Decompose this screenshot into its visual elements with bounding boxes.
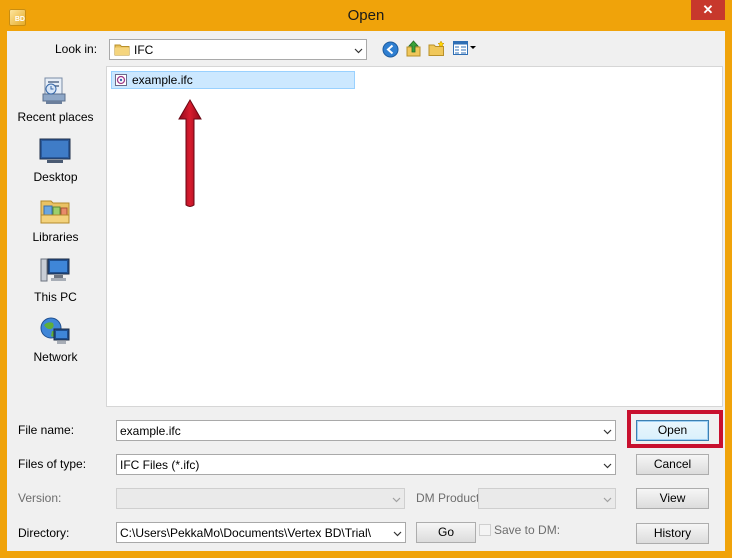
look-in-label: Look in: <box>55 42 98 56</box>
files-of-type-value: IFC Files (*.ifc) <box>120 458 200 472</box>
up-folder-icon[interactable] <box>405 40 422 58</box>
place-network[interactable]: Network <box>7 315 104 373</box>
look-in-value: IFC <box>134 43 154 57</box>
chevron-down-icon <box>354 46 363 55</box>
ifc-file-icon <box>115 74 127 86</box>
chevron-down-icon[interactable] <box>603 427 612 436</box>
directory-label: Directory: <box>18 526 70 540</box>
chevron-down-icon <box>603 495 612 504</box>
place-label: Desktop <box>33 170 78 184</box>
places-bar: Recent places Desktop Libraries This PC … <box>7 67 104 407</box>
dm-product-dropdown <box>478 488 616 509</box>
file-item-example-ifc[interactable]: example.ifc <box>111 71 355 89</box>
files-of-type-dropdown[interactable]: IFC Files (*.ifc) <box>116 454 616 475</box>
annotation-arrow-icon <box>178 99 202 207</box>
network-icon <box>40 317 70 344</box>
place-label: This PC <box>34 290 77 304</box>
desktop-icon <box>39 138 71 163</box>
go-button[interactable]: Go <box>416 522 476 543</box>
place-recent-places[interactable]: Recent places <box>7 75 104 133</box>
chevron-down-icon <box>603 461 612 470</box>
recent-places-icon <box>42 77 66 104</box>
files-of-type-label: Files of type: <box>18 457 87 471</box>
open-dialog: BD Open ✕ Look in: IFC Recent places Des… <box>0 0 732 558</box>
file-name: example.ifc <box>132 73 193 87</box>
directory-dropdown[interactable]: C:\Users\PekkaMo\Documents\Vertex BD\Tri… <box>116 522 406 543</box>
look-in-dropdown[interactable]: IFC <box>109 39 367 60</box>
place-label: Libraries <box>32 230 79 244</box>
file-name-label: File name: <box>18 423 75 437</box>
save-to-dm-checkbox <box>479 524 491 536</box>
place-label: Network <box>33 350 78 364</box>
folder-icon <box>114 44 130 56</box>
history-button[interactable]: History <box>636 523 709 544</box>
title-bar[interactable]: BD Open ✕ <box>0 0 732 31</box>
save-to-dm-label: Save to DM: <box>494 523 561 537</box>
dialog-body: Look in: IFC Recent places Desktop Libra… <box>7 31 725 551</box>
file-name-value: example.ifc <box>120 424 181 438</box>
chevron-down-icon <box>393 529 402 538</box>
close-icon[interactable]: ✕ <box>691 0 725 20</box>
file-name-input[interactable]: example.ifc <box>116 420 616 441</box>
window-title: Open <box>347 7 385 24</box>
dm-product-label: DM Product <box>416 491 480 505</box>
cancel-button[interactable]: Cancel <box>636 454 709 475</box>
version-label: Version: <box>18 491 62 505</box>
place-libraries[interactable]: Libraries <box>7 195 104 253</box>
chevron-down-icon <box>392 495 401 504</box>
view-button[interactable]: View <box>636 488 709 509</box>
libraries-icon <box>40 200 70 224</box>
place-this-pc[interactable]: This PC <box>7 255 104 313</box>
directory-value: C:\Users\PekkaMo\Documents\Vertex BD\Tri… <box>120 526 371 540</box>
place-label: Recent places <box>17 110 94 124</box>
version-dropdown <box>116 488 405 509</box>
annotation-highlight-box <box>627 410 723 448</box>
view-menu-icon[interactable] <box>453 41 477 56</box>
new-folder-icon[interactable] <box>428 40 446 57</box>
this-pc-icon <box>40 258 70 282</box>
place-desktop[interactable]: Desktop <box>7 135 104 193</box>
back-icon[interactable] <box>382 41 399 58</box>
